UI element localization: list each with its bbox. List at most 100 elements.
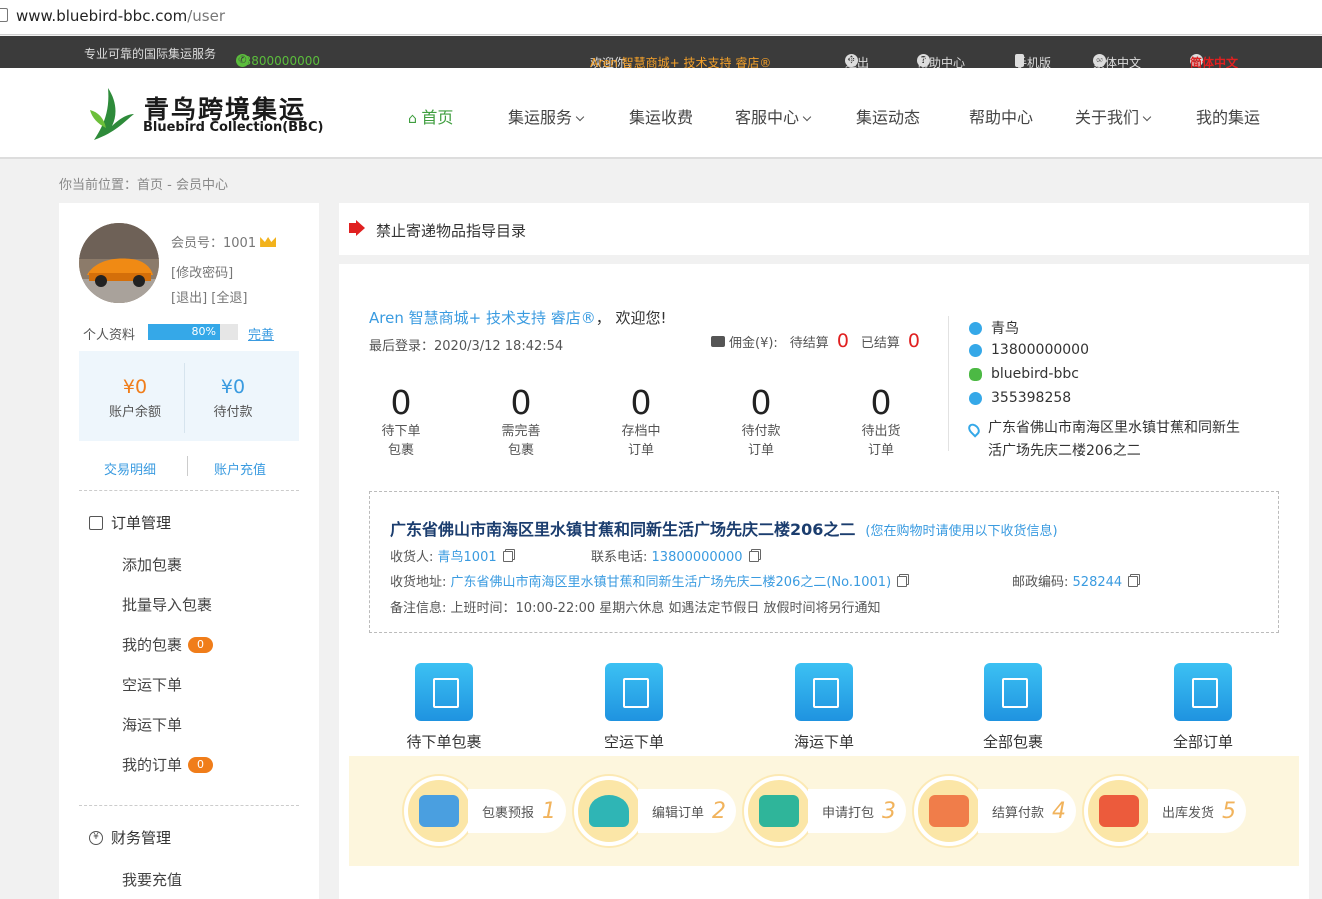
contact-qq-text: 355398258 (991, 390, 1072, 406)
avatar[interactable] (79, 223, 159, 303)
step-number: 1 (542, 798, 557, 824)
step-label: 包裹预报 (482, 805, 535, 821)
contact-qq: 355398258 (969, 390, 1071, 406)
receiver-label: 收货人: (390, 550, 434, 565)
address-tip: (您在购物时请使用以下收货信息) (865, 524, 1058, 539)
quick-pending-packages[interactable]: 待下单包裹 (384, 663, 504, 752)
step-number: 2 (712, 798, 727, 824)
top-strip: 专业可靠的国际集运服务 ✆ 13800000000 欢迎你， Aren 智慧商城+ … (0, 36, 1322, 70)
document-add-icon (605, 663, 663, 721)
transactions-link[interactable]: 交易明细 (104, 459, 156, 478)
nav-about[interactable]: 关于我们 (1075, 104, 1152, 128)
profile-progress-bar: 80% (148, 324, 238, 340)
process-steps: 包裹预报 1 编辑订单 2 申请打包 3 结算付款 4 出库发货 5 (349, 756, 1299, 866)
list-icon (89, 515, 103, 530)
step-label: 编辑订单 (652, 805, 705, 821)
chevron-down-icon (1142, 112, 1152, 122)
stat-pending-packages[interactable]: 0 待下单 包裹 (361, 384, 441, 460)
contact-name: 青鸟 (969, 318, 1019, 338)
menu-label: 我要充值 (122, 871, 183, 889)
url-domain: www.bluebird-bbc.com (16, 7, 188, 25)
browser-address-bar[interactable]: www.bluebird-bbc.com/user (0, 0, 1322, 35)
stat-count: 0 (870, 383, 892, 422)
nav-fees[interactable]: 集运收费 (629, 104, 693, 128)
address-value: 广东省佛山市南海区里水镇甘蕉和同新生活广场先庆二楼206之二(No.1001) (450, 575, 892, 590)
menu-air-order[interactable]: 空运下单 (122, 674, 182, 695)
step-pill: 结算付款 4 (978, 789, 1077, 833)
menu-my-packages[interactable]: 我的包裹 0 (122, 634, 214, 655)
menu-recharge[interactable]: 我要充值 (122, 869, 182, 890)
receiver-line: 收货人: 青鸟1001 (390, 546, 513, 565)
complete-profile-link[interactable]: 完善 (248, 324, 274, 343)
menu-add-package[interactable]: 添加包裹 (122, 554, 182, 575)
balance-box: ¥0 账户余额 ¥0 待付款 (79, 351, 299, 441)
quick-all-packages[interactable]: 全部包裹 (953, 663, 1073, 752)
member-dashboard: Aren 智慧商城+ 技术支持 睿店®， 欢迎您! 最后登录：2020/3/12… (339, 264, 1309, 899)
quick-action-label: 海运下单 (793, 733, 854, 751)
contact-name-text: 青鸟 (991, 321, 1019, 337)
stat-count: 0 (630, 383, 652, 422)
step-pill: 编辑订单 2 (638, 789, 737, 833)
gauge-icon (589, 795, 629, 827)
address-label: 收货地址: (390, 575, 447, 590)
menu-sea-order[interactable]: 海运下单 (122, 714, 182, 735)
prohibited-items-notice[interactable]: 禁止寄递物品指导目录 (339, 203, 1309, 255)
copy-icon[interactable] (897, 576, 908, 587)
change-password-link[interactable]: [修改密码] (171, 262, 233, 281)
zip-line: 邮政编码: 528244 (1012, 571, 1139, 590)
member-number-text: 会员号：1001 (171, 236, 257, 251)
user-name-link[interactable]: Aren 智慧商城+ 技术支持 睿店® (369, 309, 596, 327)
copy-icon[interactable] (1128, 576, 1139, 587)
wechat-icon (969, 367, 982, 381)
pending-payment[interactable]: ¥0 待付款 (185, 376, 281, 420)
balance-value: ¥0 (122, 376, 148, 398)
nav-home[interactable]: ⌂ 首页 (408, 104, 453, 128)
menu-label: 我的包裹 (122, 636, 183, 654)
qq-icon (969, 391, 982, 405)
package-search-icon (984, 663, 1042, 721)
url-path: /user (187, 7, 226, 25)
stat-archived-orders[interactable]: 0 存档中 订单 (601, 384, 681, 460)
nav-fees-label: 集运收费 (629, 108, 694, 127)
copy-icon[interactable] (748, 551, 759, 562)
quick-all-orders[interactable]: 全部订单 (1143, 663, 1263, 752)
chevron-down-icon (575, 112, 585, 122)
nav-services[interactable]: 集运服务 (508, 104, 585, 128)
stat-unpaid-orders[interactable]: 0 待付款 订单 (721, 384, 801, 460)
bird-logo-icon (90, 88, 134, 140)
url-text[interactable]: www.bluebird-bbc.com/user (16, 7, 225, 25)
package-icon (415, 663, 473, 721)
recharge-link[interactable]: 账户充值 (214, 459, 266, 478)
stat-label: 待付款 (741, 424, 781, 439)
copy-icon[interactable] (502, 551, 513, 562)
step-circle (1084, 776, 1154, 846)
stat-incomplete-packages[interactable]: 0 需完善 包裹 (481, 384, 561, 460)
nav-support[interactable]: 客服中心 (735, 104, 812, 128)
quick-sea-order[interactable]: 海运下单 (764, 663, 884, 752)
site-slogan: 专业可靠的国际集运服务 (84, 47, 217, 61)
site-info-icon[interactable] (0, 8, 8, 22)
step-request-packing: 申请打包 3 (744, 768, 907, 854)
crown-icon (260, 237, 277, 247)
account-links: 交易明细 账户充值 (79, 451, 299, 491)
stat-pending-shipment[interactable]: 0 待出货 订单 (841, 384, 921, 460)
nav-news[interactable]: 集运动态 (856, 104, 920, 128)
settled-value: 0 (907, 330, 921, 352)
menu-my-orders[interactable]: 我的订单 0 (122, 754, 214, 775)
site-logo[interactable]: 青鸟跨境集运 Bluebird Collection(BBC) (86, 80, 326, 146)
avatar-car-image (79, 223, 159, 303)
finance-section-label: 财务管理 (111, 829, 172, 847)
to-settle-label: 待结算 (789, 335, 829, 351)
member-number: 会员号：1001 (171, 232, 277, 251)
stat-label: 待下单 (381, 424, 421, 439)
menu-bulk-import[interactable]: 批量导入包裹 (122, 594, 212, 615)
menu-label: 空运下单 (122, 676, 183, 694)
quick-air-order[interactable]: 空运下单 (574, 663, 694, 752)
logout-links[interactable]: [退出] [全退] (171, 287, 247, 306)
nav-help[interactable]: 帮助中心 (969, 104, 1033, 128)
account-balance[interactable]: ¥0 账户余额 (87, 376, 183, 420)
nav-support-label: 客服中心 (735, 108, 800, 127)
yen-icon: ¥ (89, 830, 103, 845)
contact-address-text: 广东省佛山市南海区里水镇甘蕉和同新生活广场先庆二楼206之二 (988, 420, 1240, 459)
nav-my-shipping[interactable]: 我的集运 (1196, 104, 1260, 128)
